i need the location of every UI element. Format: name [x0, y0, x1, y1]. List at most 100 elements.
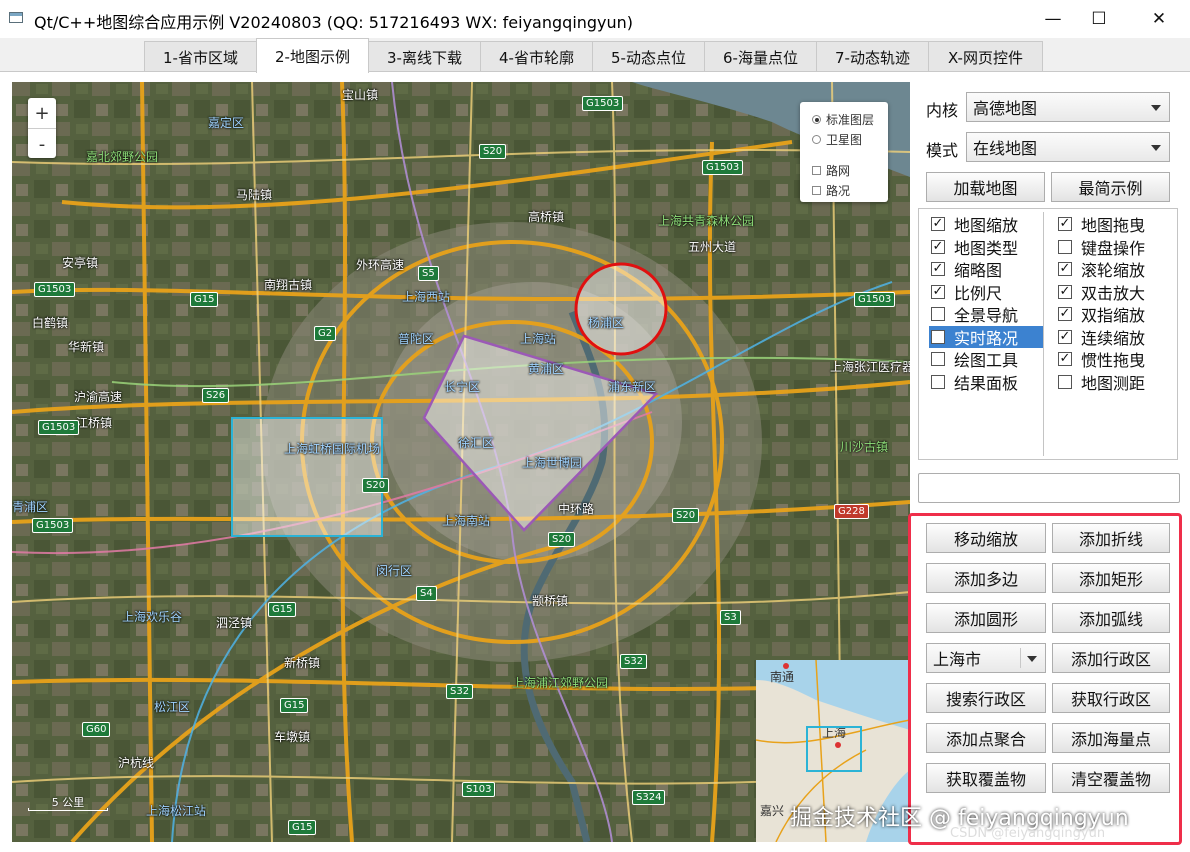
checkbox-icon — [1058, 217, 1072, 231]
result-text-field[interactable] — [918, 473, 1180, 503]
option-checkbox[interactable]: 地图测距 — [1058, 371, 1145, 393]
tab-web-control[interactable]: X-网页控件 — [928, 41, 1043, 72]
option-checkbox[interactable]: 缩略图 — [931, 258, 1002, 280]
zoom-control: + - — [28, 98, 56, 158]
tab-map-demo[interactable]: 2-地图示例 — [256, 38, 369, 73]
option-checkbox[interactable]: 全景导航 — [931, 303, 1018, 325]
overview-viewport-box[interactable] — [806, 726, 862, 772]
tab-province-region[interactable]: 1-省市区域 — [144, 41, 257, 72]
option-checkbox[interactable]: 滚轮缩放 — [1058, 258, 1145, 280]
road-shield: G15 — [190, 292, 219, 307]
add-rectangle-button[interactable]: 添加矩形 — [1052, 563, 1170, 593]
search-district-button[interactable]: 搜索行政区 — [926, 683, 1046, 713]
option-checkbox[interactable]: 绘图工具 — [931, 348, 1018, 370]
option-checkbox[interactable]: 地图类型 — [931, 236, 1018, 258]
radio-icon — [812, 135, 821, 144]
map-label: 黄浦区 — [528, 362, 565, 376]
tab-offline-download[interactable]: 3-离线下载 — [368, 41, 481, 72]
get-district-button[interactable]: 获取行政区 — [1052, 683, 1170, 713]
map-label: 五州大道 — [688, 240, 737, 254]
minimize-button[interactable]: — — [1030, 0, 1076, 38]
road-shield: S324 — [632, 790, 666, 805]
kernel-select[interactable]: 高德地图 — [966, 92, 1170, 122]
road-shield: G15 — [280, 698, 309, 713]
map-label: 嘉北郊野公园 — [86, 150, 159, 164]
option-checkbox[interactable]: 地图拖曳 — [1058, 213, 1145, 235]
chevron-down-icon — [1151, 145, 1161, 151]
add-polygon-button[interactable]: 添加多边 — [926, 563, 1046, 593]
map-label: 马陆镇 — [236, 188, 273, 202]
zoom-in-button[interactable]: + — [28, 98, 56, 129]
map-label: 上海共青森林公园 — [658, 214, 755, 228]
tab-province-outline[interactable]: 4-省市轮廓 — [480, 41, 593, 72]
map-label: 沪渝高速 — [74, 390, 123, 404]
mode-select[interactable]: 在线地图 — [966, 132, 1170, 162]
kernel-label: 内核 — [926, 101, 959, 120]
map-view[interactable]: 嘉定区 嘉北郊野公园 马陆镇 高桥镇 上海共青森林公园 五州大道 安亭镇 南翔古… — [12, 82, 910, 842]
map-label: 上海浦江郊野公园 — [512, 676, 609, 690]
simple-demo-button[interactable]: 最简示例 — [1051, 172, 1170, 202]
map-label: 外环高速 — [356, 258, 405, 272]
city-select-value: 上海市 — [933, 650, 982, 669]
move-zoom-button[interactable]: 移动缩放 — [926, 523, 1046, 553]
checkbox-icon — [812, 186, 821, 195]
layer-satellite-option[interactable]: 卫星图 — [812, 131, 862, 148]
layer-roadnet-label: 路网 — [826, 164, 851, 178]
option-label: 地图拖曳 — [1081, 216, 1146, 235]
zoom-out-button[interactable]: - — [28, 129, 56, 159]
get-overlays-button[interactable]: 获取覆盖物 — [926, 763, 1046, 793]
map-label: 泗泾镇 — [216, 616, 253, 630]
map-label: 江桥镇 — [76, 416, 113, 430]
circle-overlay — [574, 262, 668, 356]
checkbox-icon — [1058, 239, 1072, 254]
chevron-down-icon — [1151, 105, 1161, 111]
maximize-button[interactable]: ☐ — [1076, 0, 1122, 38]
add-circle-button[interactable]: 添加圆形 — [926, 603, 1046, 633]
layer-standard-option[interactable]: 标准图层 — [812, 111, 874, 128]
option-label: 双指缩放 — [1081, 306, 1146, 325]
option-checkbox[interactable]: 连续缩放 — [1058, 326, 1145, 348]
option-checkbox[interactable]: 双击放大 — [1058, 281, 1145, 303]
city-select[interactable]: 上海市 — [926, 643, 1046, 673]
add-cluster-button[interactable]: 添加点聚合 — [926, 723, 1046, 753]
option-checkbox[interactable]: 双指缩放 — [1058, 303, 1145, 325]
option-checkbox[interactable]: 结果面板 — [931, 371, 1018, 393]
load-map-button[interactable]: 加载地图 — [926, 172, 1045, 202]
option-checkbox[interactable]: 实时路况 — [929, 325, 1043, 348]
clear-overlays-button[interactable]: 清空覆盖物 — [1052, 763, 1170, 793]
option-checkbox[interactable]: 惯性拖曳 — [1058, 348, 1145, 370]
map-label: 徐汇区 — [458, 436, 495, 450]
add-polyline-button[interactable]: 添加折线 — [1052, 523, 1170, 553]
layer-standard-label: 标准图层 — [826, 113, 875, 127]
road-shield: G15 — [268, 602, 297, 617]
option-checkbox[interactable]: 比例尺 — [931, 281, 1002, 303]
option-label: 地图类型 — [954, 238, 1019, 258]
checkbox-icon — [931, 307, 945, 321]
tab-mass-points[interactable]: 6-海量点位 — [704, 41, 817, 72]
layer-traffic-option[interactable]: 路况 — [812, 182, 850, 199]
checkbox-icon — [1058, 262, 1072, 276]
map-label: 颛桥镇 — [532, 594, 569, 608]
checkbox-icon — [931, 217, 945, 231]
layer-roadnet-option[interactable]: 路网 — [812, 162, 850, 179]
add-district-button[interactable]: 添加行政区 — [1052, 643, 1170, 673]
radio-icon — [812, 115, 821, 124]
option-label: 全景导航 — [954, 306, 1019, 325]
close-button[interactable]: ✕ — [1136, 0, 1182, 38]
option-checkbox[interactable]: 地图缩放 — [931, 213, 1018, 235]
map-label: 长宁区 — [444, 380, 481, 394]
tab-dynamic-track[interactable]: 7-动态轨迹 — [816, 41, 929, 72]
add-mass-points-button[interactable]: 添加海量点 — [1052, 723, 1170, 753]
map-label: 上海虹桥国际机场 — [284, 442, 381, 456]
checkbox-icon — [931, 262, 945, 276]
window-title: Qt/C++地图综合应用示例 V20240803 (QQ: 517216493 … — [34, 13, 634, 32]
option-checkbox[interactable]: 键盘操作 — [1058, 236, 1145, 258]
combo-separator — [1020, 648, 1021, 668]
map-label: 上海松江站 — [146, 804, 207, 818]
tab-dynamic-points[interactable]: 5-动态点位 — [592, 41, 705, 72]
map-label: 华新镇 — [68, 340, 105, 354]
add-arc-button[interactable]: 添加弧线 — [1052, 603, 1170, 633]
map-label: 白鹤镇 — [32, 316, 69, 330]
road-shield: G2 — [314, 326, 337, 341]
overview-label: 南通 — [770, 670, 795, 684]
